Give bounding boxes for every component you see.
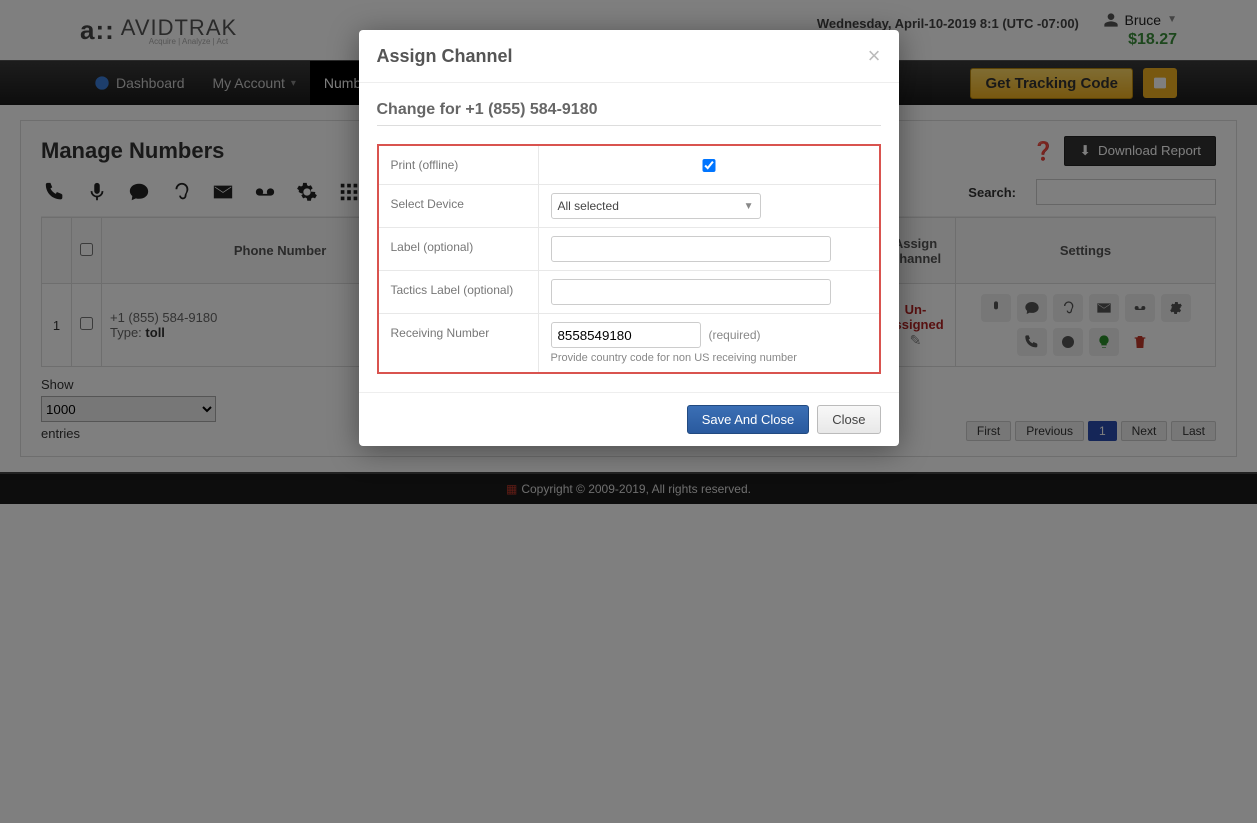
- print-label: Print (offline): [379, 146, 539, 184]
- save-and-close-button[interactable]: Save And Close: [687, 405, 810, 434]
- assign-channel-modal: Assign Channel × Change for +1 (855) 584…: [359, 30, 899, 446]
- print-checkbox[interactable]: [551, 159, 867, 172]
- receiving-input[interactable]: [551, 322, 701, 348]
- receiving-help-text: Provide country code for non US receivin…: [551, 352, 867, 364]
- modal-subtitle: Change for +1 (855) 584-9180: [377, 101, 881, 126]
- device-label: Select Device: [379, 185, 539, 227]
- label-input[interactable]: [551, 236, 831, 262]
- modal-title: Assign Channel: [377, 46, 513, 67]
- device-select[interactable]: All selected ▼: [551, 193, 761, 219]
- tactics-label: Tactics Label (optional): [379, 271, 539, 313]
- close-icon[interactable]: ×: [868, 45, 881, 67]
- tactics-input[interactable]: [551, 279, 831, 305]
- label-label: Label (optional): [379, 228, 539, 270]
- receiving-label: Receiving Number: [379, 314, 539, 372]
- close-button[interactable]: Close: [817, 405, 880, 434]
- chevron-down-icon: ▼: [744, 201, 754, 212]
- required-hint: (required): [709, 328, 761, 342]
